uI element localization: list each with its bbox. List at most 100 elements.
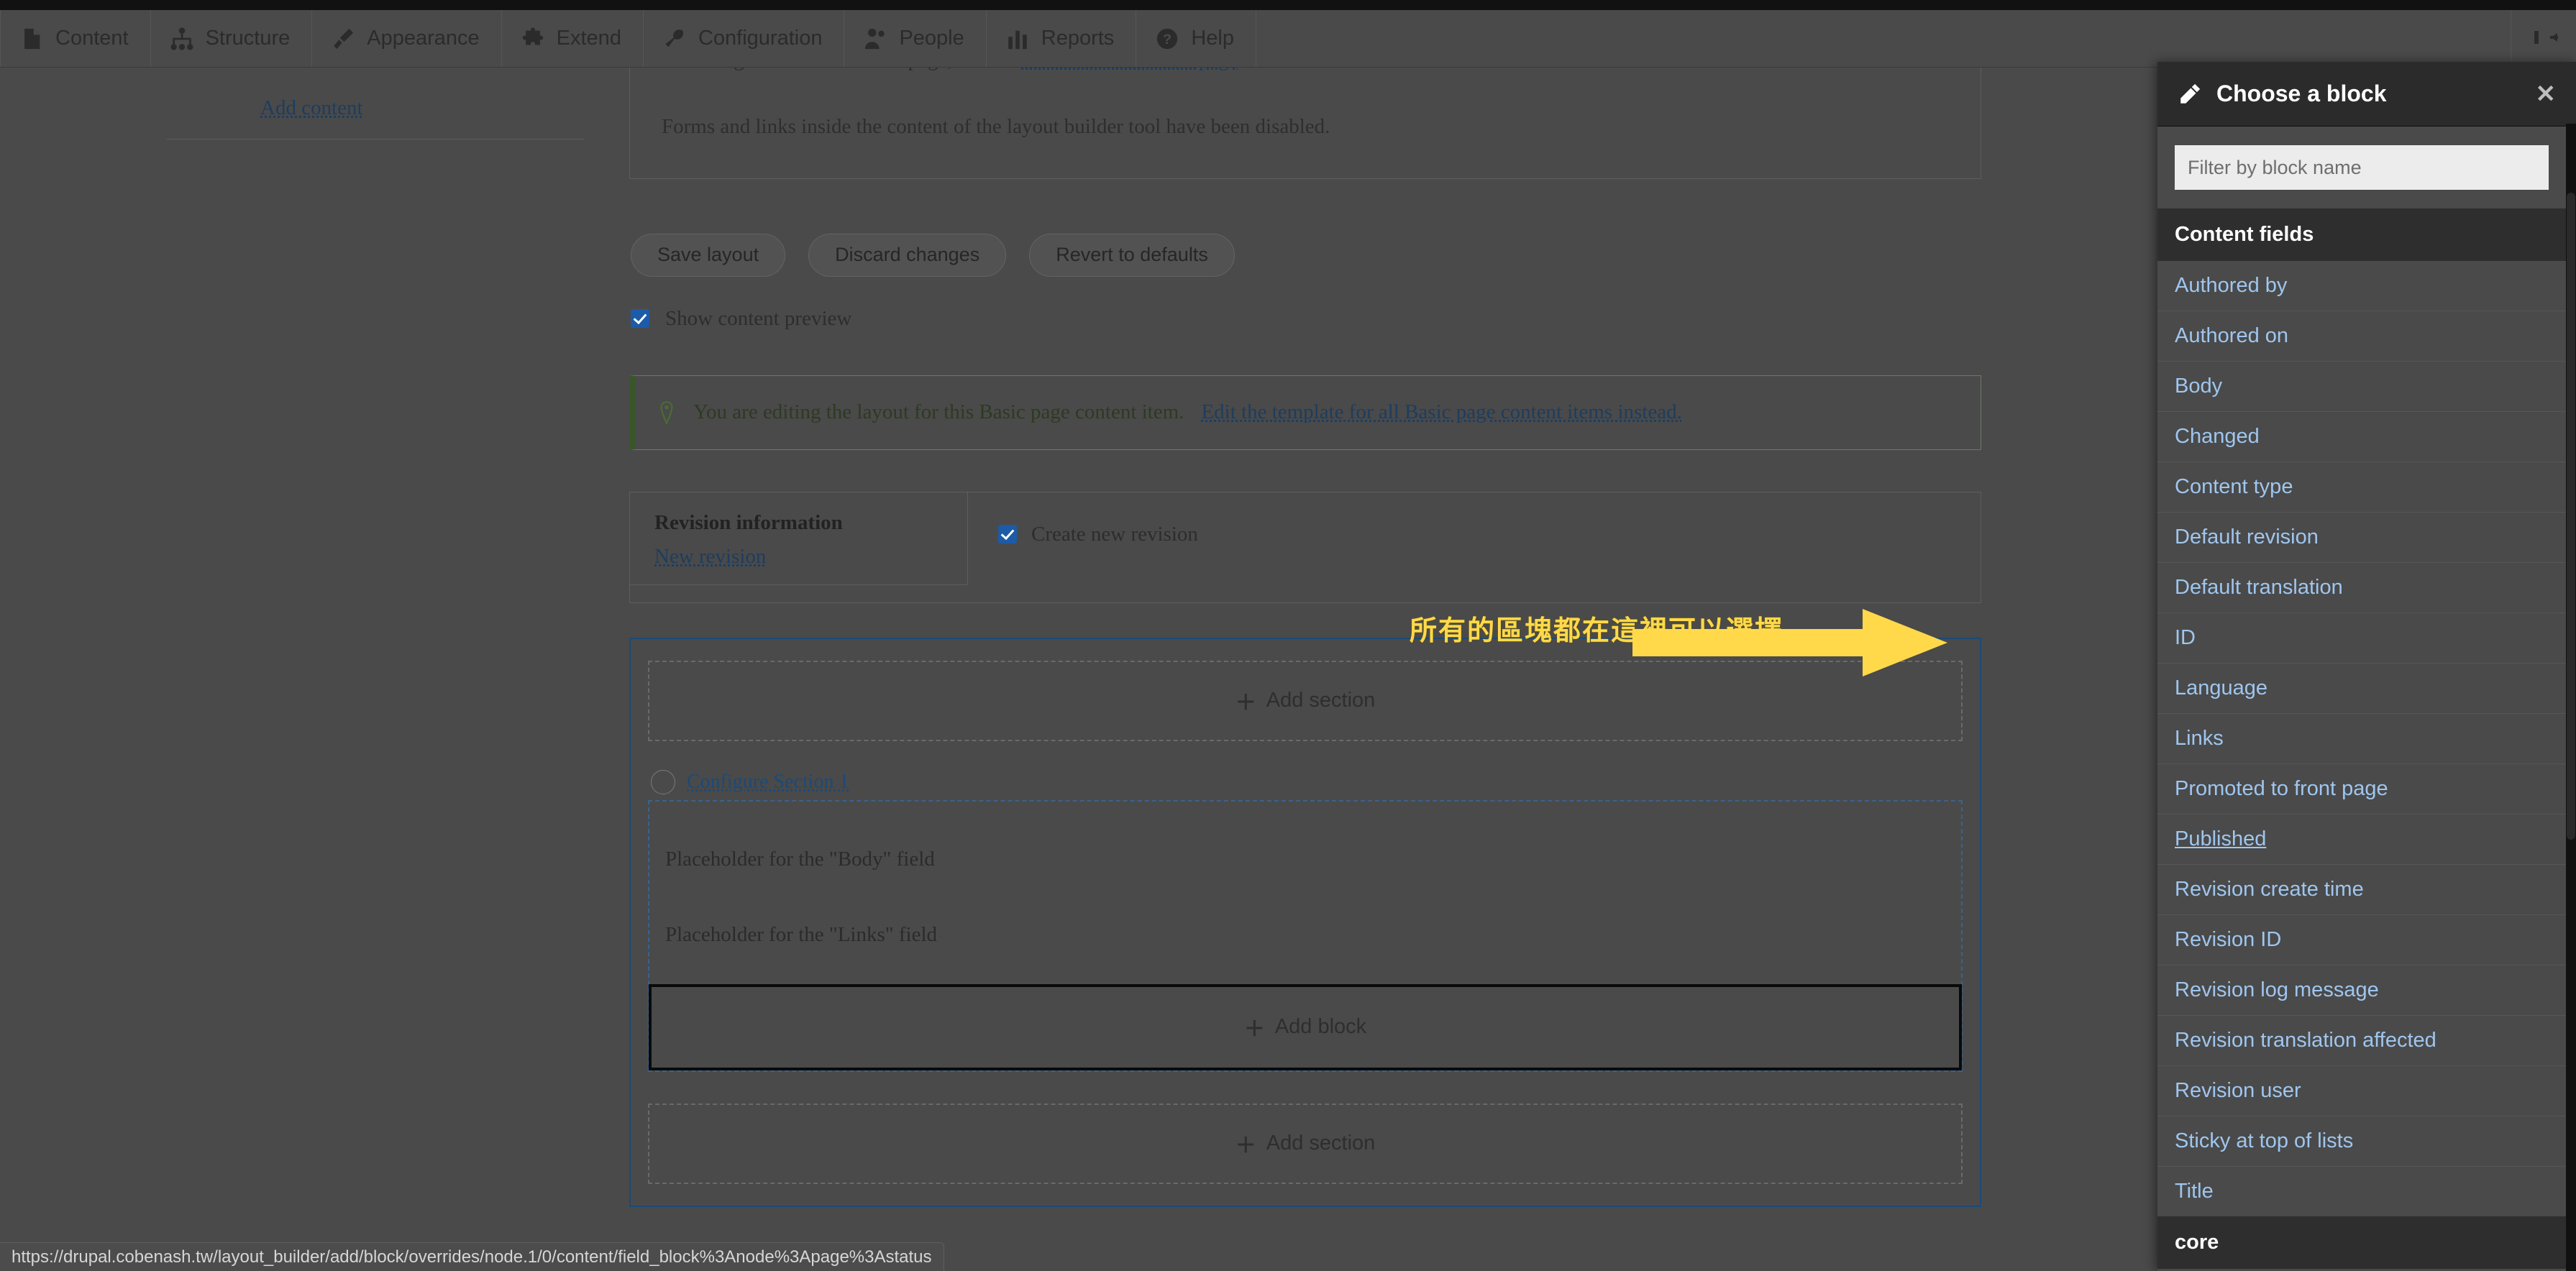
dialog-scrollbar-thumb[interactable]	[2567, 193, 2575, 840]
discard-changes-button[interactable]: Discard changes	[808, 234, 1007, 277]
help-panel: To manage other areas of the page, use t…	[629, 68, 1981, 180]
svg-text:?: ?	[1163, 32, 1171, 47]
block-group-core: core Primary admin actions Tabs	[2157, 1216, 2566, 1271]
paintbrush-icon	[331, 27, 355, 51]
toolbar-item-configuration[interactable]: Configuration	[644, 10, 845, 67]
toolbar-item-label: Structure	[205, 27, 291, 50]
revision-tab: Revision information New revision	[630, 492, 968, 585]
block-link-revision-log-message[interactable]: Revision log message	[2157, 965, 2566, 1016]
body-field-placeholder: Placeholder for the "Body" field	[665, 847, 935, 871]
create-new-revision-checkbox[interactable]	[998, 525, 1017, 544]
toolbar-item-content[interactable]: Content	[0, 10, 151, 67]
toolbar-item-label: People	[899, 27, 964, 50]
block-link-promoted-to-front-page[interactable]: Promoted to front page	[2157, 764, 2566, 815]
dialog-scrollbar-track[interactable]	[2566, 124, 2576, 1271]
right-arrow-annotation-icon	[1632, 603, 1949, 686]
intro-suffix: .	[1238, 68, 1243, 71]
save-layout-button[interactable]: Save layout	[631, 234, 786, 277]
toolbar-item-people[interactable]: People	[844, 10, 987, 67]
status-bar-url: https://drupal.cobenash.tw/layout_builde…	[0, 1242, 944, 1271]
intro-paragraph: To manage other areas of the page, use t…	[662, 68, 1949, 80]
close-icon[interactable]: ✕	[2536, 82, 2557, 106]
add-section-bottom-button[interactable]: ＋ Add section	[648, 1103, 1963, 1184]
puzzle-icon	[521, 27, 545, 51]
choose-a-block-dialog: Choose a block ✕ Content fields Authored…	[2157, 62, 2576, 1271]
show-content-preview-checkbox[interactable]	[631, 309, 649, 329]
block-link-revision-user[interactable]: Revision user	[2157, 1066, 2566, 1116]
block-link-authored-by[interactable]: Authored by	[2157, 261, 2566, 311]
block-link-content-type[interactable]: Content type	[2157, 462, 2566, 513]
block-link-revision-create-time[interactable]: Revision create time	[2157, 865, 2566, 915]
revision-information-title: Revision information	[654, 510, 843, 534]
add-section-bottom-label: Add section	[1266, 1132, 1376, 1155]
bar-chart-icon	[1005, 27, 1030, 51]
people-icon	[863, 27, 887, 51]
vertical-orientation-icon	[2531, 27, 2558, 51]
block-link-published[interactable]: Published	[2157, 815, 2566, 865]
block-link-id[interactable]: ID	[2157, 613, 2566, 664]
section-header: ✕ Configure Section 1	[651, 769, 1963, 794]
show-content-preview-label: Show content preview	[665, 306, 852, 330]
revert-to-defaults-button[interactable]: Revert to defaults	[1029, 234, 1235, 277]
plus-icon: ＋	[1235, 691, 1256, 715]
block-link-authored-on[interactable]: Authored on	[2157, 311, 2566, 362]
links-field-placeholder: Placeholder for the "Links" field	[665, 922, 938, 946]
plus-icon: ＋	[1235, 1134, 1256, 1157]
block-link-default-revision[interactable]: Default revision	[2157, 513, 2566, 563]
filter-wrapper	[2157, 127, 2566, 208]
question-mark-icon: ?	[1155, 27, 1179, 51]
status-message: You are editing the layout for this Basi…	[629, 375, 1981, 450]
create-new-revision-row: Create new revision	[968, 492, 1198, 546]
wrench-icon	[662, 27, 687, 51]
add-content-link[interactable]: Add content	[260, 96, 363, 119]
toolbar-spacer	[1256, 10, 2511, 67]
structure-icon	[170, 27, 194, 51]
block-link-revision-id[interactable]: Revision ID	[2157, 915, 2566, 965]
toolbar-item-appearance[interactable]: Appearance	[312, 10, 502, 67]
browser-viewport: Content Structure Appearance Extend Conf…	[0, 0, 2576, 1271]
dialog-header: Choose a block ✕	[2157, 62, 2576, 127]
layout-action-buttons: Save layout Discard changes Revert to de…	[629, 234, 1981, 277]
block-link-title[interactable]: Title	[2157, 1167, 2566, 1216]
group-label: Content fields	[2157, 208, 2566, 261]
add-block-label: Add block	[1274, 1015, 1367, 1039]
block-link-sticky-at-top-of-lists[interactable]: Sticky at top of lists	[2157, 1116, 2566, 1167]
add-content-wrapper: Add content	[260, 96, 363, 120]
section-region: Placeholder for the "Body" field Placeho…	[648, 799, 1963, 1072]
dialog-body: Content fields Authored by Authored on B…	[2157, 127, 2566, 1271]
add-section-top-label: Add section	[1266, 689, 1376, 712]
new-revision-link[interactable]: New revision	[654, 545, 766, 569]
remove-section-icon[interactable]: ✕	[651, 769, 675, 794]
block-administration-page-link[interactable]: block administration page	[1021, 68, 1238, 71]
pencil-icon	[2178, 82, 2202, 106]
toolbar-item-structure[interactable]: Structure	[151, 10, 313, 67]
toolbar-item-reports[interactable]: Reports	[987, 10, 1137, 67]
block-link-language[interactable]: Language	[2157, 664, 2566, 714]
filter-by-block-name-input[interactable]	[2175, 145, 2549, 190]
toolbar-item-help[interactable]: ? Help	[1136, 10, 1256, 67]
configure-section-1-link[interactable]: Configure Section 1	[687, 771, 849, 794]
plus-icon: ＋	[1243, 1017, 1265, 1041]
block-group-content-fields: Content fields Authored by Authored on B…	[2157, 208, 2566, 1216]
toolbar-item-extend[interactable]: Extend	[502, 10, 644, 67]
revision-information-box: Revision information New revision Create…	[629, 491, 1981, 603]
block-link-changed[interactable]: Changed	[2157, 412, 2566, 462]
toolbar-item-label: Appearance	[367, 27, 480, 50]
status-message-text: You are editing the layout for this Basi…	[693, 400, 1184, 424]
toolbar-orientation-toggle[interactable]	[2511, 10, 2576, 67]
edit-template-link[interactable]: Edit the template for all Basic page con…	[1201, 400, 1681, 424]
toolbar-item-label: Extend	[556, 27, 621, 50]
document-icon	[19, 27, 44, 51]
toolbar-item-label: Reports	[1041, 27, 1115, 50]
block-link-revision-translation-affected[interactable]: Revision translation affected	[2157, 1016, 2566, 1066]
dialog-title: Choose a block	[2216, 81, 2387, 106]
left-rail-region: Add content	[167, 68, 584, 139]
block-link-default-translation[interactable]: Default translation	[2157, 563, 2566, 613]
group-label: core	[2157, 1216, 2566, 1269]
toolbar-item-label: Content	[55, 27, 129, 50]
block-link-body[interactable]: Body	[2157, 362, 2566, 412]
show-content-preview-row: Show content preview	[631, 307, 1981, 331]
block-link-links[interactable]: Links	[2157, 714, 2566, 764]
add-block-button[interactable]: ＋ Add block	[649, 983, 1962, 1070]
layout-builder-canvas: ＋ Add section ✕ Configure Section 1 Place…	[629, 637, 1981, 1207]
